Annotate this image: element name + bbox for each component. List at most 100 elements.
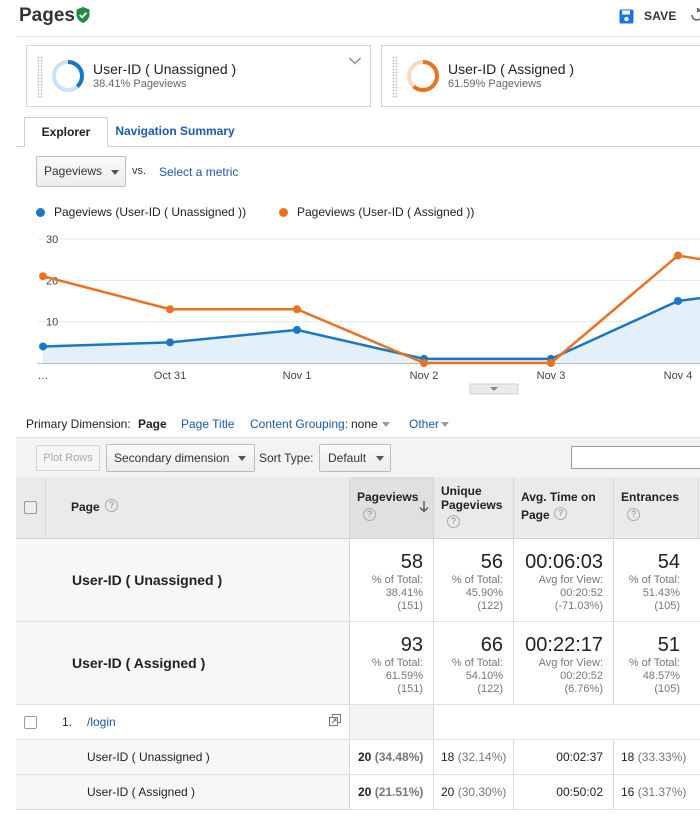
sub-row-avg-time-cell: 00:02:37 xyxy=(513,740,613,774)
legend-dot-icon xyxy=(279,207,288,217)
segment-entrances-value: 54 xyxy=(657,551,680,573)
tab-explorer[interactable]: Explorer xyxy=(24,117,108,147)
sort-arrow-down-icon xyxy=(419,501,429,513)
x-tick-label: Nov 1 xyxy=(283,370,312,382)
legend-item-unassigned[interactable]: Pageviews (User-ID ( Unassigned )) xyxy=(36,205,246,219)
x-tick-label: Nov 4 xyxy=(664,370,693,382)
metric-select[interactable]: Pageviews xyxy=(36,156,126,187)
caret-down-icon xyxy=(382,422,390,427)
table-search-input[interactable] xyxy=(571,446,700,469)
secondary-dimension-select[interactable]: Secondary dimension xyxy=(106,444,255,472)
segment-unique-detail: % of Total: 54.10% (122) xyxy=(451,657,503,695)
segment-avg-time-cell: 00:06:03 Avg for View: 00:20:52 (-71.03%) xyxy=(513,539,613,621)
segment-card-assigned[interactable]: User-ID ( Assigned ) 61.59% Pageviews xyxy=(381,45,700,107)
x-tick-label: Nov 3 xyxy=(537,370,566,382)
segment-entrances-cell: 54 % of Total: 51.43% (105) xyxy=(613,539,700,621)
segment-unique-detail: % of Total: 45.90% (122) xyxy=(451,574,503,612)
dimension-other[interactable]: Other xyxy=(409,417,439,431)
segment-pageviews-detail: % of Total: 38.41% (151) xyxy=(371,574,423,612)
sub-row-entrances-cell: 18 (33.33%) xyxy=(613,740,700,774)
sub-row-unique-cell: 20 (30.30%) xyxy=(433,775,513,809)
row-checkbox[interactable] xyxy=(24,716,37,729)
report-tabs: Explorer Navigation Summary xyxy=(16,117,700,147)
open-in-new-window-icon[interactable] xyxy=(329,714,341,726)
data-point xyxy=(39,342,47,351)
data-point xyxy=(293,325,301,334)
series-area-unassigned xyxy=(43,298,700,363)
y-tick-label: 10 xyxy=(46,317,58,329)
header-entrances-label: Entrances xyxy=(621,490,680,504)
help-icon[interactable]: ? xyxy=(363,508,376,521)
x-tick-label: … xyxy=(38,370,49,382)
segment-row-name: User-ID ( Assigned ) xyxy=(72,655,206,671)
chevron-down-icon[interactable] xyxy=(348,56,362,66)
sub-row-pageviews-cell: 20 (21.51%) xyxy=(349,775,433,809)
select-metric-link[interactable]: Select a metric xyxy=(159,165,238,179)
line-chart[interactable]: 102030… Oct 31 Nov 1 Nov 2 Nov 3 Nov 4 xyxy=(0,228,700,398)
segment-donut-icon xyxy=(52,60,84,92)
dimension-page[interactable]: Page xyxy=(138,417,167,431)
plot-rows-button[interactable]: Plot Rows xyxy=(36,445,100,471)
segment-pageviews-cell: 58 % of Total: 38.41% (151) xyxy=(349,539,433,621)
sub-row-avg-time-cell: 00:50:02 xyxy=(513,775,613,809)
segment-unique-cell: 56 % of Total: 45.90% (122) xyxy=(433,539,513,621)
table-sub-row: User-ID ( Assigned ) 20 (21.51%) 20 (30.… xyxy=(16,775,700,810)
drag-handle[interactable] xyxy=(37,56,43,98)
legend-dot-icon xyxy=(36,207,45,217)
metric-select-value: Pageviews xyxy=(44,164,103,178)
segment-subtitle: 61.59% Pageviews xyxy=(448,78,542,90)
sub-row-entrances: 18 (33.33%) xyxy=(621,750,687,764)
tab-navigation-summary[interactable]: Navigation Summary xyxy=(100,117,250,147)
select-all-checkbox[interactable] xyxy=(24,501,37,514)
header-entrances[interactable]: Entrances ? xyxy=(613,477,700,538)
sub-row-segment-name: User-ID ( Assigned ) xyxy=(87,785,196,799)
segment-unique-value: 66 xyxy=(480,634,503,656)
table-toolbar: Plot Rows Secondary dimension Sort Type:… xyxy=(16,437,700,477)
header-unique-label-1: Unique xyxy=(441,484,482,498)
row-page-link[interactable]: /login xyxy=(87,715,116,729)
verified-shield-icon xyxy=(76,7,90,23)
save-button[interactable]: SAVE xyxy=(619,7,677,25)
table-sub-row: User-ID ( Unassigned ) 20 (34.48%) 18 (3… xyxy=(16,740,700,775)
caret-down-icon xyxy=(111,170,119,175)
data-point xyxy=(547,359,555,367)
table-header-row: Page ? Pageviews ? Unique Pageviews ? Av… xyxy=(16,477,700,539)
help-icon[interactable]: ? xyxy=(105,499,118,512)
dimension-page-title[interactable]: Page Title xyxy=(181,417,234,431)
share-icon[interactable] xyxy=(690,8,700,22)
header-pageviews-label: Pageviews xyxy=(357,490,419,504)
header-page[interactable]: Page ? xyxy=(45,477,349,538)
segment-unique-value: 56 xyxy=(480,551,503,573)
sort-type-label: Sort Type: xyxy=(259,451,314,465)
sub-row-entrances: 16 (31.37%) xyxy=(621,785,687,799)
legend-item-assigned[interactable]: Pageviews (User-ID ( Assigned )) xyxy=(279,205,474,219)
header-unique-pageviews[interactable]: Unique Pageviews ? xyxy=(433,477,513,538)
primary-dimension-label: Primary Dimension: xyxy=(26,417,131,431)
page-title: Pages xyxy=(19,5,75,26)
help-icon[interactable]: ? xyxy=(447,515,460,528)
sub-row-entrances-cell: 16 (31.37%) xyxy=(613,775,700,809)
sort-type-select[interactable]: Default xyxy=(319,444,391,472)
content-grouping-value[interactable]: none xyxy=(351,417,378,431)
header-avg-time[interactable]: Avg. Time on Page ? xyxy=(513,477,613,538)
caret-down-icon xyxy=(238,456,246,461)
sub-row-pageviews: 20 (21.51%) xyxy=(358,785,424,799)
data-point xyxy=(420,359,428,367)
segment-avg-time-value: 00:22:17 xyxy=(525,634,603,656)
segment-avg-time-value: 00:06:03 xyxy=(525,551,603,573)
header-pageviews[interactable]: Pageviews ? xyxy=(349,477,433,538)
header-divider xyxy=(16,36,700,37)
table-segment-row: User-ID ( Assigned ) 93 % of Total: 61.59… xyxy=(16,622,700,705)
segment-card-unassigned[interactable]: User-ID ( Unassigned ) 38.41% Pageviews xyxy=(26,45,371,107)
header-page-label: Page xyxy=(71,500,100,514)
segment-entrances-value: 51 xyxy=(657,634,680,656)
secondary-dimension-label: Secondary dimension xyxy=(114,451,230,465)
drag-handle[interactable] xyxy=(392,56,398,98)
data-point xyxy=(166,305,174,314)
dimension-content-grouping[interactable]: Content Grouping: xyxy=(250,417,348,431)
segment-pageviews-detail: % of Total: 61.59% (151) xyxy=(371,657,423,695)
help-icon[interactable]: ? xyxy=(627,508,640,521)
segment-entrances-detail: % of Total: 48.57% (105) xyxy=(628,657,680,695)
help-icon[interactable]: ? xyxy=(554,507,567,520)
sub-row-unique: 18 (32.14%) xyxy=(441,750,507,764)
